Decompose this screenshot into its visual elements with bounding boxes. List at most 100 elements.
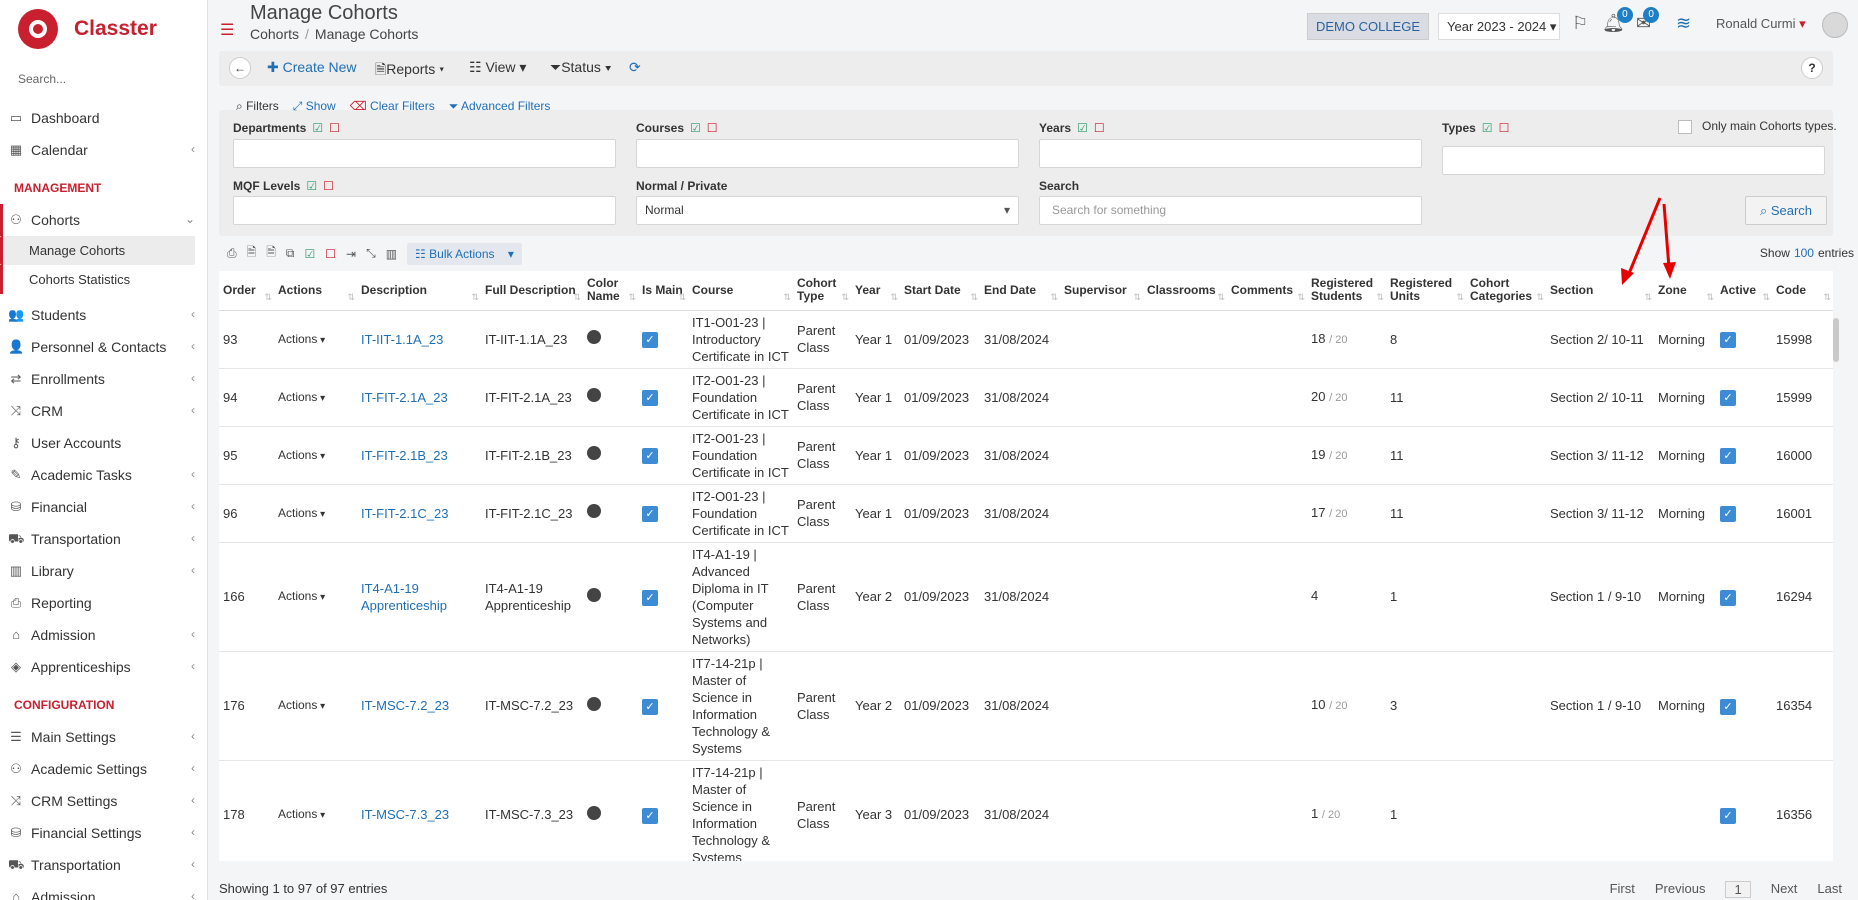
previous-page-button[interactable]: Previous [1655, 881, 1706, 898]
sidebar-item-crm-settings[interactable]: ⤨ CRM Settings ‹ [0, 785, 207, 817]
select-all-icon[interactable]: ☑ [1482, 121, 1493, 135]
sidebar-item-apprenticeships[interactable]: ◈ Apprenticeships ‹ [0, 651, 207, 683]
courses-input[interactable] [636, 139, 1019, 168]
active-checkbox[interactable]: ✓ [1720, 698, 1736, 715]
is-main-checkbox[interactable]: ✓ [642, 506, 658, 522]
sidebar-item-financial-settings[interactable]: ⛁ Financial Settings ‹ [0, 817, 207, 849]
sidebar-item-academic-settings[interactable]: ⚇ Academic Settings ‹ [0, 753, 207, 785]
is-main-checkbox[interactable]: ✓ [642, 698, 658, 715]
select-all-icon[interactable]: ☑ [1077, 121, 1088, 135]
sidebar-item-reporting[interactable]: ⎙ Reporting [0, 587, 207, 619]
sidebar-item-dashboard[interactable]: ▭ Dashboard [0, 102, 207, 134]
search-input[interactable]: Search for something [1039, 196, 1422, 225]
column-header[interactable]: Course [688, 271, 793, 311]
sidebar-item-calendar[interactable]: ▦ Calendar ‹ [0, 134, 207, 166]
active-checkbox[interactable]: ✓ [1720, 589, 1736, 606]
is-main-checkbox[interactable]: ✓ [642, 589, 658, 606]
reports-button[interactable]: 🗎︎Reports ▾ [375, 59, 444, 83]
column-header[interactable]: Registered Students [1307, 271, 1386, 311]
year-select[interactable]: Year 2023 - 2024 ▾ [1438, 13, 1560, 40]
cell-description-link[interactable]: IT-FIT-2.1B_23 [357, 426, 481, 485]
sidebar-item-admission-settings[interactable]: ⌂ Admission ‹ [0, 881, 207, 900]
sidebar-item-crm[interactable]: ⤨ CRM ‹ [0, 395, 207, 427]
column-header[interactable]: Section [1546, 271, 1654, 311]
column-header[interactable]: Zone [1654, 271, 1716, 311]
select-all-icon[interactable]: ☑ [306, 179, 317, 193]
active-checkbox[interactable]: ✓ [1720, 448, 1736, 464]
sidebar-item-transportation[interactable]: ⛟ Transportation ‹ [0, 523, 207, 555]
menu-toggle-icon[interactable]: ☰ [220, 20, 234, 40]
actions-dropdown[interactable]: Actions [278, 448, 317, 462]
deselect-all-icon[interactable]: ☐ [707, 121, 718, 135]
column-header[interactable]: Registered Units [1386, 271, 1466, 311]
clear-filters-link[interactable]: ⌫ Clear Filters [350, 99, 435, 114]
column-header[interactable]: Color Name [583, 271, 638, 311]
cell-description-link[interactable]: IT-MSC-7.3_23 [357, 760, 481, 861]
bulk-actions-button[interactable]: ☷ Bulk Actions ▾ [407, 242, 522, 265]
column-header[interactable]: Supervisor [1060, 271, 1143, 311]
cell-description-link[interactable]: IT-FIT-2.1A_23 [357, 368, 481, 427]
sidebar-item-library[interactable]: ▥ Library ‹ [0, 555, 207, 587]
compress-icon[interactable]: ⤡ [366, 246, 376, 261]
normal-private-select[interactable]: Normal ▾ [636, 196, 1019, 225]
next-page-button[interactable]: Next [1771, 881, 1798, 898]
status-button[interactable]: ⏷Status ▾ [550, 59, 612, 76]
flag-icon[interactable]: ⚐ [1572, 13, 1588, 34]
active-checkbox[interactable]: ✓ [1720, 390, 1736, 406]
cell-description-link[interactable]: IT4-A1-19 Apprenticeship [357, 542, 481, 652]
years-input[interactable] [1039, 139, 1422, 168]
copy-icon[interactable]: ⧉ [286, 246, 295, 261]
types-input[interactable] [1442, 146, 1825, 175]
is-main-checkbox[interactable]: ✓ [642, 807, 658, 824]
show-filters-link[interactable]: ⤢ Show [293, 99, 336, 114]
active-checkbox[interactable]: ✓ [1720, 807, 1736, 824]
actions-dropdown[interactable]: Actions [278, 589, 317, 603]
create-new-button[interactable]: ✚ Create New [267, 59, 357, 76]
column-header[interactable]: Start Date [900, 271, 980, 311]
column-header[interactable]: Cohort Categories [1466, 271, 1546, 311]
sidebar-item-personnel[interactable]: 👤 Personnel & Contacts ‹ [0, 331, 207, 363]
cell-description-link[interactable]: IT-FIT-2.1C_23 [357, 484, 481, 543]
mqf-input[interactable] [233, 196, 616, 225]
logo[interactable]: Classter [0, 0, 207, 58]
cell-description-link[interactable]: IT-IIT-1.1A_23 [357, 310, 481, 369]
deselect-all-icon[interactable]: ☐ [329, 121, 340, 135]
user-menu[interactable]: Ronald Curmi ▾ [1716, 16, 1806, 32]
sidebar-item-admission[interactable]: ⌂ Admission ‹ [0, 619, 207, 651]
sidebar-item-enrollments[interactable]: ⇄ Enrollments ‹ [0, 363, 207, 395]
help-button[interactable]: ? [1801, 57, 1823, 79]
advanced-filters-link[interactable]: ⏷ Advanced Filters [449, 99, 551, 114]
column-header[interactable]: Is Main [638, 271, 688, 311]
layers-icon[interactable]: ≋ [1676, 13, 1691, 34]
sidebar-item-main-settings[interactable]: ☰ Main Settings ‹ [0, 721, 207, 753]
is-main-checkbox[interactable]: ✓ [642, 390, 658, 406]
active-checkbox[interactable]: ✓ [1720, 506, 1736, 522]
envelope-icon[interactable]: ✉ 0 [1636, 7, 1660, 34]
only-main-checkbox[interactable]: Only main Cohorts types. [1678, 119, 1837, 134]
departments-input[interactable] [233, 139, 616, 168]
sidebar-item-students[interactable]: 👥 Students ‹ [0, 299, 207, 331]
print-icon[interactable]: ⎙ [227, 246, 237, 261]
column-header[interactable]: Year [851, 271, 900, 311]
breadcrumb-cohorts[interactable]: Cohorts [250, 26, 299, 42]
first-page-button[interactable]: First [1610, 881, 1635, 898]
sidebar-subitem-manage-cohorts[interactable]: Manage Cohorts [0, 236, 195, 265]
select-all-icon[interactable]: ☑ [312, 121, 323, 135]
back-button[interactable]: ← [229, 57, 251, 79]
actions-dropdown[interactable]: Actions [278, 332, 317, 346]
current-page-button[interactable]: 1 [1725, 881, 1751, 898]
deselect-all-icon[interactable]: ☐ [1094, 121, 1105, 135]
column-header[interactable]: Description [357, 271, 481, 311]
bell-icon[interactable]: 🔔︎ 0 [1602, 7, 1633, 34]
college-button[interactable]: DEMO COLLEGE [1307, 13, 1429, 40]
column-header[interactable]: Actions [274, 271, 357, 311]
active-checkbox[interactable]: ✓ [1720, 332, 1736, 348]
column-header[interactable]: Comments [1227, 271, 1307, 311]
sidebar-item-academic-tasks[interactable]: ✎ Academic Tasks ‹ [0, 459, 207, 491]
table-scrollbar[interactable] [1833, 318, 1839, 362]
is-main-checkbox[interactable]: ✓ [642, 448, 658, 464]
column-header[interactable]: Classrooms [1143, 271, 1227, 311]
csv-icon[interactable]: 🗎︎ [247, 243, 257, 264]
uncheck-all-icon[interactable]: ☐ [325, 247, 336, 261]
sidebar-search-input[interactable]: Search... [18, 72, 207, 92]
